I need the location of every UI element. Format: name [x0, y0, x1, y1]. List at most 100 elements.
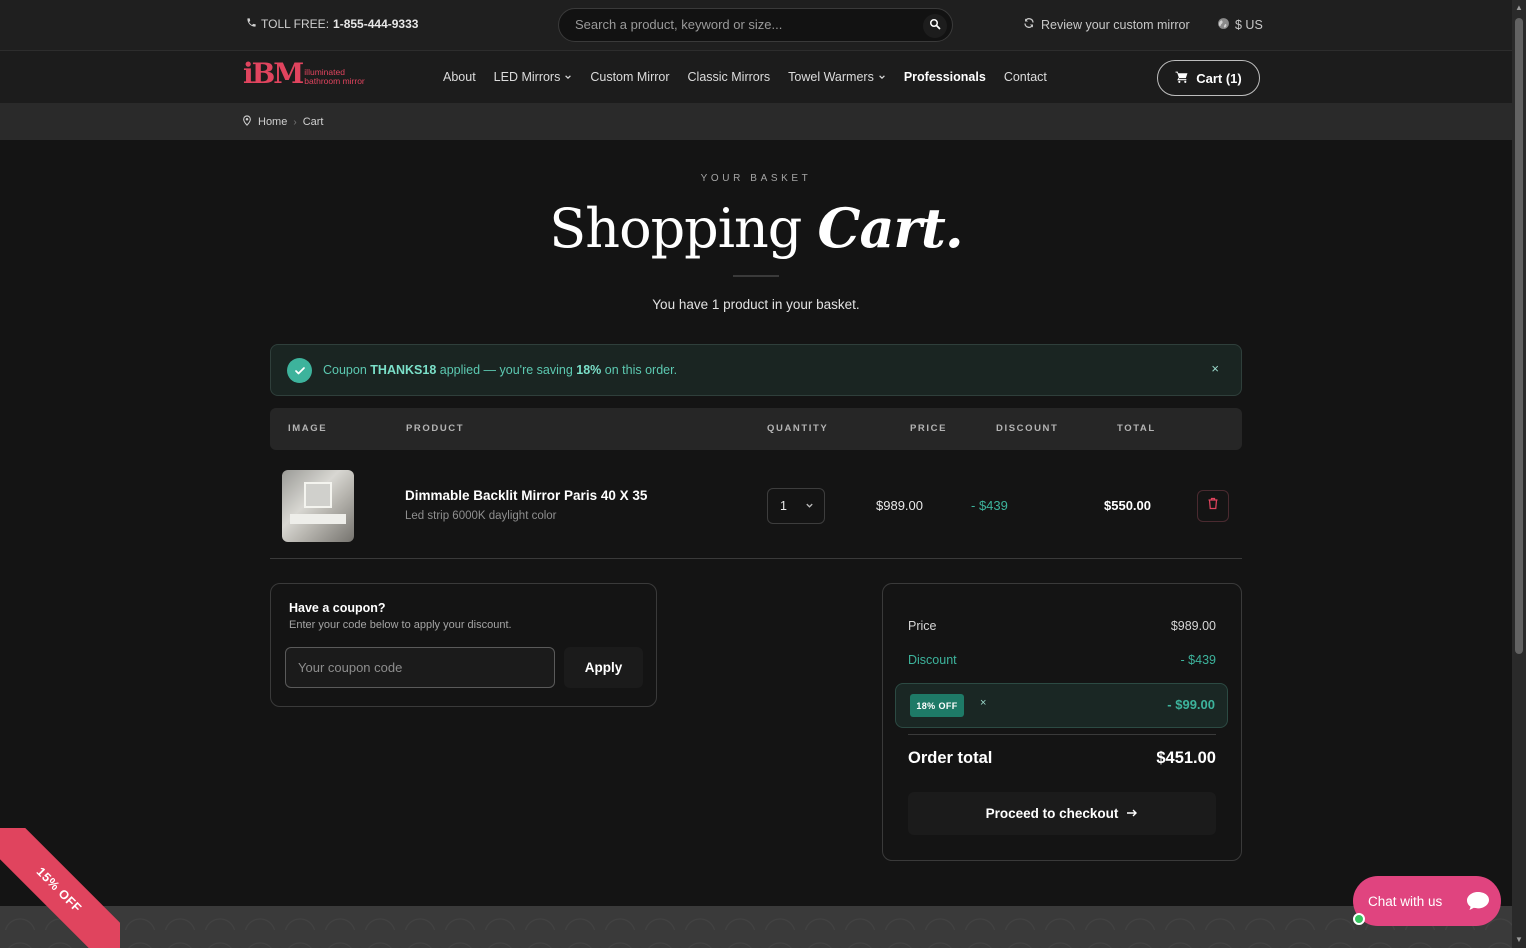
close-icon[interactable]: × — [1211, 361, 1219, 376]
nav-label: Towel Warmers — [788, 70, 874, 84]
breadcrumb: Home › Cart — [242, 115, 323, 129]
nav-item-about[interactable]: About — [443, 70, 476, 84]
column-header-price: PRICE — [910, 423, 948, 434]
summary-discount-label: Discount — [908, 653, 957, 667]
search-icon — [929, 17, 941, 35]
logo-text: illuminated bathroom mirror — [304, 68, 364, 88]
column-header-quantity: QUANTITY — [767, 423, 829, 434]
discount-ribbon[interactable]: 15% OFF — [0, 828, 120, 948]
page-eyebrow: YOUR BASKET — [700, 173, 812, 184]
chevron-down-icon — [564, 73, 572, 81]
page-title: Shopping Cart. — [0, 196, 1512, 260]
column-header-discount: DISCOUNT — [996, 423, 1059, 434]
nav-label: About — [443, 70, 476, 84]
cart-icon — [1175, 71, 1188, 86]
summary-discount-value: - $439 — [1180, 653, 1216, 667]
globe-icon — [1217, 17, 1230, 33]
arrow-right-icon — [1126, 806, 1138, 821]
alert-percent: 18% — [576, 363, 602, 377]
nav-label: Contact — [1003, 70, 1047, 84]
column-header-product: PRODUCT — [406, 423, 465, 434]
nav-label: Professionals — [903, 70, 986, 84]
alert-middle: applied — you're saving — [439, 363, 573, 377]
product-image-mirror — [304, 482, 332, 508]
refresh-icon — [1023, 17, 1035, 32]
product-name[interactable]: Dimmable Backlit Mirror Paris 40 X 35 — [405, 488, 647, 503]
logo-line-2: bathroom mirror — [304, 76, 365, 86]
title-emphasis: Cart. — [817, 196, 964, 260]
alert-prefix: Coupon — [323, 363, 367, 377]
trash-icon — [1207, 497, 1219, 515]
remove-item-button[interactable] — [1197, 490, 1229, 522]
discount-ribbon-label: 15% OFF — [0, 828, 120, 948]
product-discount: - $439 — [971, 498, 1008, 513]
nav-item-contact[interactable]: Contact — [1004, 70, 1047, 84]
logo-mark: iBM — [243, 57, 304, 90]
page-scrollbar[interactable]: ▲ ▼ — [1512, 0, 1526, 948]
breadcrumb-current: Cart — [302, 116, 324, 128]
nav-item-professionals[interactable]: Professionals — [904, 70, 986, 84]
nav-item-towel-warmers[interactable]: Towel Warmers — [788, 70, 886, 84]
search-button[interactable] — [923, 14, 947, 38]
order-total-row: Order total $451.00 — [908, 749, 1216, 768]
scroll-up-arrow-icon[interactable]: ▲ — [1515, 4, 1523, 12]
title-plain: Shopping — [549, 197, 802, 260]
coupon-code-input[interactable] — [285, 647, 555, 688]
cart-label: Cart (1) — [1196, 70, 1242, 86]
alert-message: Coupon THANKS18 applied — you're saving … — [323, 363, 677, 377]
product-image[interactable] — [282, 470, 354, 542]
apply-coupon-button[interactable]: Apply — [564, 647, 643, 688]
quantity-select[interactable]: 1 — [767, 488, 825, 524]
proceed-to-checkout-button[interactable]: Proceed to checkout — [908, 792, 1216, 835]
checkout-label: Proceed to checkout — [985, 806, 1119, 821]
order-summary: Price $989.00 Discount - $439 18% OFF × … — [882, 583, 1242, 861]
scrollbar-thumb[interactable] — [1515, 18, 1523, 654]
currency-selector[interactable]: $ US — [1217, 17, 1263, 33]
applied-promo: 18% OFF × - $99.00 — [895, 683, 1228, 728]
product-image-vanity — [290, 514, 346, 524]
summary-price-value: $989.00 — [1170, 619, 1216, 633]
chevron-right-icon: › — [293, 116, 297, 128]
table-row: Dimmable Backlit Mirror Paris 40 X 35 Le… — [270, 450, 1242, 559]
product-total: $550.00 — [1104, 498, 1151, 513]
check-icon — [287, 358, 312, 383]
promo-badge: 18% OFF — [910, 694, 964, 717]
coupon-subtitle: Enter your code below to apply your disc… — [289, 619, 512, 631]
review-custom-mirror-link[interactable]: Review your custom mirror — [1023, 17, 1190, 32]
location-pin-icon — [242, 115, 252, 129]
order-total-value: $451.00 — [1156, 749, 1216, 767]
chevron-down-icon — [878, 73, 886, 81]
chevron-down-icon — [805, 499, 814, 513]
page-subtitle: You have 1 product in your basket. — [652, 297, 860, 312]
main-navbar: iBM illuminated bathroom mirror About LE… — [0, 51, 1512, 104]
currency-label: $ US — [1235, 18, 1263, 32]
column-header-image: IMAGE — [288, 423, 328, 434]
phone-icon — [246, 17, 257, 31]
nav-item-led-mirrors[interactable]: LED Mirrors — [494, 70, 573, 84]
footer-pattern-band — [0, 906, 1512, 948]
top-utility-bar: TOLL FREE: 1-855-444-9333 Review your cu… — [0, 0, 1512, 51]
coupon-title: Have a coupon? — [289, 601, 386, 615]
promo-amount: - $99.00 — [1167, 697, 1215, 712]
title-divider — [733, 275, 779, 277]
breadcrumb-home[interactable]: Home — [258, 116, 287, 128]
chat-widget-button[interactable]: Chat with us — [1353, 876, 1501, 926]
remove-promo-icon[interactable]: × — [980, 697, 986, 709]
coupon-form: Have a coupon? Enter your code below to … — [270, 583, 657, 707]
search-input[interactable] — [575, 17, 915, 32]
cart-button[interactable]: Cart (1) — [1157, 60, 1260, 96]
scroll-down-arrow-icon[interactable]: ▼ — [1515, 936, 1523, 944]
column-header-total: TOTAL — [1117, 423, 1156, 434]
toll-free[interactable]: TOLL FREE: 1-855-444-9333 — [246, 17, 418, 31]
coupon-applied-alert: Coupon THANKS18 applied — you're saving … — [270, 344, 1242, 396]
nav-item-classic-mirrors[interactable]: Classic Mirrors — [688, 70, 771, 84]
nav-label: Custom Mirror — [590, 70, 670, 84]
online-status-indicator — [1353, 913, 1365, 925]
nav-label: Classic Mirrors — [687, 70, 771, 84]
toll-number[interactable]: 1-855-444-9333 — [333, 17, 418, 31]
alert-coupon-code: THANKS18 — [370, 363, 437, 377]
site-logo[interactable]: iBM illuminated bathroom mirror — [243, 60, 365, 88]
summary-divider — [908, 734, 1216, 735]
nav-item-custom-mirror[interactable]: Custom Mirror — [590, 70, 669, 84]
summary-discount-row: Discount - $439 — [908, 653, 1216, 667]
